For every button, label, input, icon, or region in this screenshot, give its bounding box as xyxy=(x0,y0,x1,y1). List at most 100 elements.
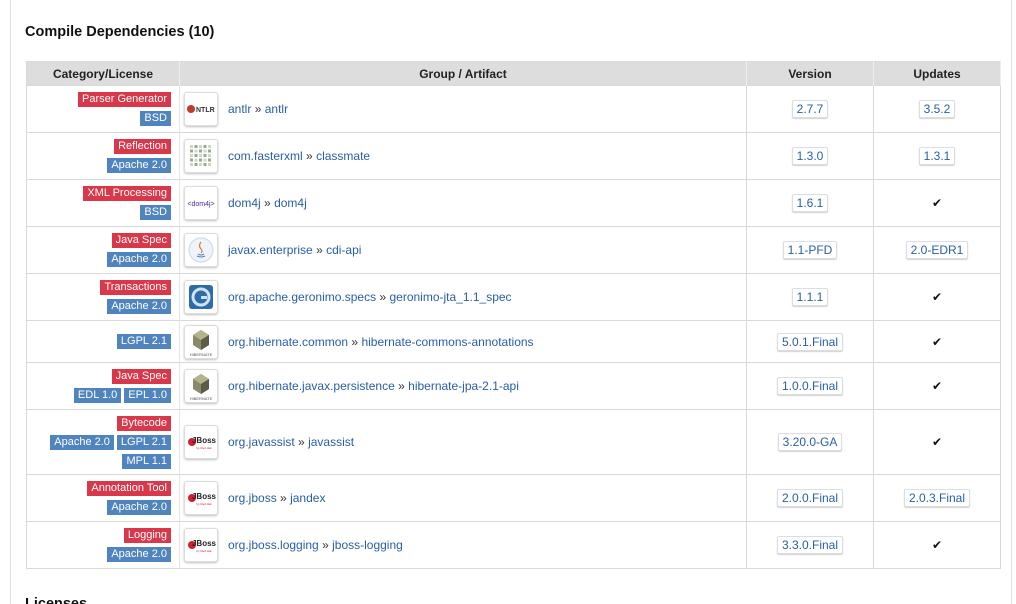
version-cell: 5.0.1.Final xyxy=(746,320,874,363)
updates-cell: ✔ xyxy=(873,179,1001,227)
category-row: XML Processing xyxy=(80,185,171,201)
license-badge[interactable]: Apache 2.0 xyxy=(107,500,171,515)
artifact-link[interactable]: antlr xyxy=(265,102,288,116)
updates-cell: ✔ xyxy=(873,320,1001,363)
license-badge[interactable]: EPL 1.0 xyxy=(124,388,171,403)
version-link[interactable]: 1.6.1 xyxy=(791,194,829,212)
hibernate-logo[interactable]: HIBERNATE xyxy=(184,369,218,403)
group-link[interactable]: org.javassist xyxy=(228,435,295,449)
license-badge[interactable]: Apache 2.0 xyxy=(107,299,171,314)
version-link[interactable]: 1.0.0.Final xyxy=(776,377,844,395)
group-link[interactable]: org.hibernate.javax.persistence xyxy=(228,379,395,393)
version-link[interactable]: 3.20.0-GA xyxy=(777,433,843,451)
geronimo-logo[interactable] xyxy=(184,280,218,314)
svg-text:by Red Hat: by Red Hat xyxy=(196,502,211,506)
artifact-link[interactable]: hibernate-commons-annotations xyxy=(361,335,533,349)
version-link[interactable]: 1.1-PFD xyxy=(782,241,838,259)
version-link[interactable]: 1.3.0 xyxy=(791,147,829,165)
license-badge[interactable]: LGPL 2.1 xyxy=(116,334,171,349)
badge-stack: Reflection Apache 2.0 xyxy=(104,136,171,176)
dependencies-table: Category/License Group / Artifact Versio… xyxy=(26,61,1001,569)
artifact-link[interactable]: geronimo-jta_1.1_spec xyxy=(389,290,511,304)
group-link[interactable]: javax.enterprise xyxy=(228,243,313,257)
category-license-cell: Transactions Apache 2.0 xyxy=(26,273,180,321)
category-badge[interactable]: Java Spec xyxy=(111,233,171,248)
updates-cell: ✔ xyxy=(873,409,1001,475)
category-badge[interactable]: Logging xyxy=(123,528,171,543)
category-badge[interactable]: XML Processing xyxy=(83,186,171,201)
update-version-link[interactable]: 3.5.2 xyxy=(918,100,956,118)
artifact-link[interactable]: classmate xyxy=(316,149,370,163)
category-badge[interactable]: Java Spec xyxy=(111,369,171,384)
java-logo[interactable] xyxy=(184,233,218,267)
separator: » xyxy=(316,243,323,257)
license-row: EDL 1.0 EPL 1.0 xyxy=(71,387,171,403)
group-artifact-cell: dom4j » dom4j xyxy=(222,179,747,227)
badge-stack: LGPL 2.1 xyxy=(114,331,171,352)
dom4j-logo[interactable]: <dom4j> xyxy=(184,186,218,220)
license-badge[interactable]: BSD xyxy=(140,205,171,220)
svg-text:by Red Hat: by Red Hat xyxy=(196,446,211,450)
license-badge[interactable]: Apache 2.0 xyxy=(107,158,171,173)
artifact-link[interactable]: jboss-logging xyxy=(332,538,403,552)
artifact-link[interactable]: dom4j xyxy=(274,196,307,210)
version-link[interactable]: 3.3.0.Final xyxy=(776,536,844,554)
artifact-link[interactable]: cdi-api xyxy=(326,243,361,257)
table-row: Java Spec EDL 1.0 EPL 1.0 HIBERNATE org.hibe… xyxy=(26,362,1001,410)
category-license-cell: Parser Generator BSD xyxy=(26,85,180,133)
group-link[interactable]: org.jboss.logging xyxy=(228,538,319,552)
jboss-logo[interactable]: JBoss by Red Hat xyxy=(184,425,218,459)
update-version-link[interactable]: 2.0-EDR1 xyxy=(905,241,969,259)
licenses-section-title: Licenses xyxy=(25,596,88,604)
version-link[interactable]: 2.0.0.Final xyxy=(776,489,844,507)
category-license-cell: Reflection Apache 2.0 xyxy=(26,132,180,180)
jboss-logo[interactable]: JBoss by Red Hat xyxy=(184,528,218,562)
jboss-logo[interactable]: JBoss by Red Hat xyxy=(184,481,218,515)
category-badge[interactable]: Bytecode xyxy=(117,415,171,431)
category-license-cell: Annotation Tool Apache 2.0 xyxy=(26,474,180,522)
category-license-cell: Java Spec EDL 1.0 EPL 1.0 xyxy=(26,362,180,410)
group-link[interactable]: org.hibernate.common xyxy=(228,335,348,349)
table-body: Parser Generator BSD NTLR antlr » antlr 2.7.… xyxy=(26,85,1001,569)
category-badge[interactable]: Annotation Tool xyxy=(87,481,171,496)
logo-cell: JBoss by Red Hat xyxy=(179,409,222,475)
update-version-link[interactable]: 1.3.1 xyxy=(918,147,956,165)
license-badge[interactable]: Apache 2.0 xyxy=(107,547,171,562)
license-badge[interactable]: LGPL 2.1 xyxy=(116,434,171,450)
update-version-link[interactable]: 2.0.3.Final xyxy=(903,489,971,507)
license-row: MPL 1.1 xyxy=(47,453,171,469)
artifact-link[interactable]: javassist xyxy=(308,435,354,449)
group-link[interactable]: antlr xyxy=(228,102,251,116)
up-to-date-check-icon: ✔ xyxy=(931,435,943,449)
version-link[interactable]: 2.7.7 xyxy=(791,100,829,118)
logo-cell: HIBERNATE xyxy=(179,362,222,410)
category-badge[interactable]: Reflection xyxy=(114,139,171,154)
artifact-link[interactable]: hibernate-jpa-2.1-api xyxy=(408,379,519,393)
group-link[interactable]: dom4j xyxy=(228,196,261,210)
updates-cell: ✔ xyxy=(873,273,1001,321)
up-to-date-check-icon: ✔ xyxy=(931,196,943,210)
group-link[interactable]: com.fasterxml xyxy=(228,149,303,163)
license-badge[interactable]: Apache 2.0 xyxy=(50,434,114,450)
classmate-logo[interactable] xyxy=(184,139,218,173)
category-badge[interactable]: Parser Generator xyxy=(78,92,171,107)
antlr-logo[interactable]: NTLR xyxy=(184,92,218,126)
group-link[interactable]: org.apache.geronimo.specs xyxy=(228,290,376,304)
separator: » xyxy=(254,102,262,116)
group-link[interactable]: org.jboss xyxy=(228,491,277,505)
license-badge[interactable]: EDL 1.0 xyxy=(73,388,122,403)
license-badge[interactable]: Apache 2.0 xyxy=(107,252,171,267)
hibernate-logo[interactable]: HIBERNATE xyxy=(184,324,218,359)
table-row: LGPL 2.1 HIBERNATE org.hibernate.common » … xyxy=(26,320,1001,363)
license-badge[interactable]: MPL 1.1 xyxy=(122,453,171,469)
group-artifact-cell: com.fasterxml » classmate xyxy=(222,132,747,180)
version-cell: 3.20.0-GA xyxy=(746,409,874,475)
badge-stack: Parser Generator BSD xyxy=(75,89,171,129)
license-badge[interactable]: BSD xyxy=(140,111,171,126)
version-link[interactable]: 1.1.1 xyxy=(791,288,829,306)
license-row: Apache 2.0 xyxy=(97,298,171,314)
version-link[interactable]: 5.0.1.Final xyxy=(776,332,844,351)
artifact-link[interactable]: jandex xyxy=(290,491,325,505)
category-badge[interactable]: Transactions xyxy=(100,280,171,295)
svg-text:HIBERNATE: HIBERNATE xyxy=(190,396,213,401)
